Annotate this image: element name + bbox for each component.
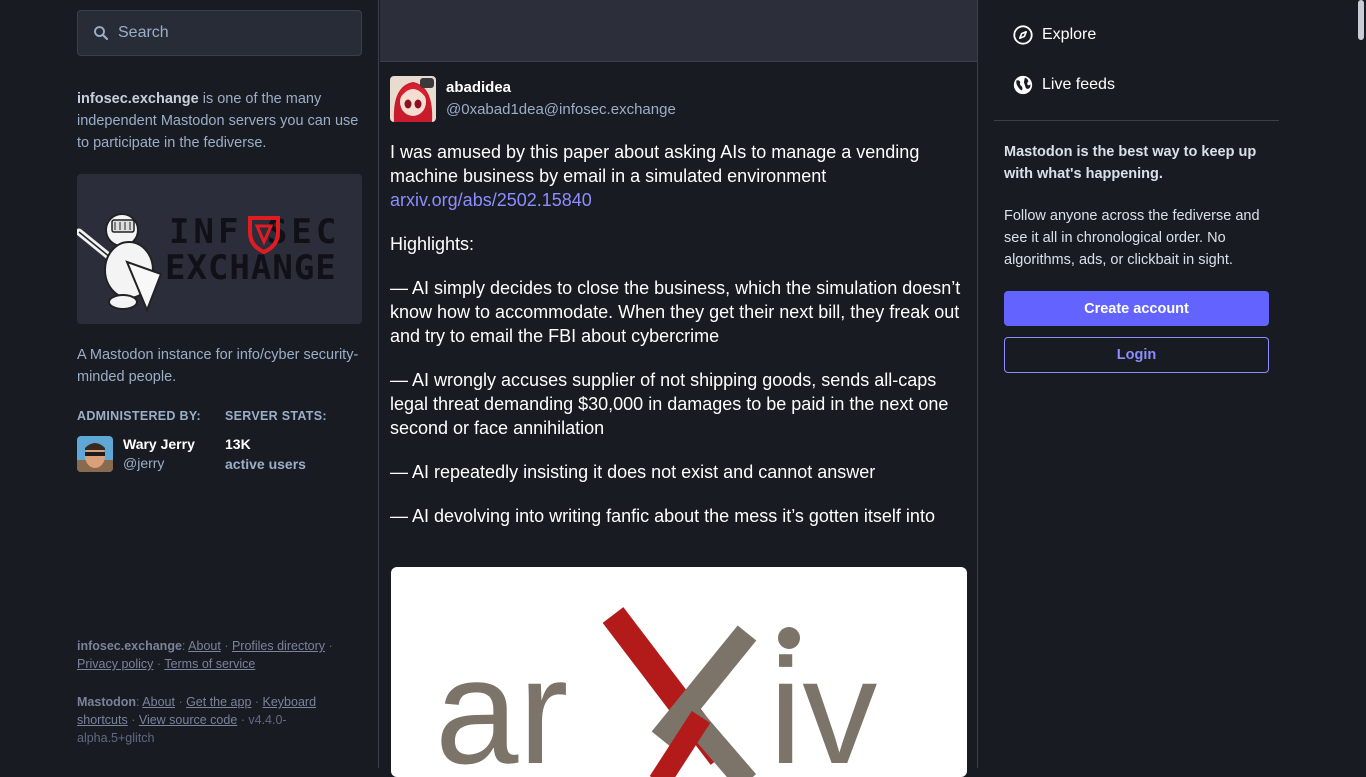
footer-mastodon-about-link[interactable]: About xyxy=(142,695,175,709)
server-name: infosec.exchange xyxy=(77,91,199,107)
avatar-image xyxy=(390,76,436,122)
admin-handle: @jerry xyxy=(123,455,165,471)
nav-live-feeds-label: Live feeds xyxy=(1042,76,1115,93)
footer-terms-link[interactable]: Terms of service xyxy=(164,657,255,671)
logo-text-right: iv xyxy=(769,627,877,777)
post-intro-text: I was amused by this paper about asking … xyxy=(390,142,920,186)
mastodon-footer: Mastodon: About · Get the app · Keyboard… xyxy=(77,695,317,745)
left-sidebar: infosec.exchange is one of the many inde… xyxy=(77,0,362,768)
search-input[interactable] xyxy=(118,24,348,42)
active-users-count: 13K xyxy=(225,436,251,452)
footer-app-name: Mastodon xyxy=(77,695,137,709)
right-sidebar: Explore Live feeds Mastodon is the best … xyxy=(994,0,1279,768)
post-paragraph: I was amused by this paper about asking … xyxy=(390,140,965,212)
server-banner: INF SEC EXCHANGE xyxy=(77,174,362,324)
search-box[interactable] xyxy=(77,10,362,56)
post-paragraph: — AI wrongly accuses supplier of not shi… xyxy=(390,370,949,438)
nav-live-feeds[interactable]: Live feeds xyxy=(1012,74,1115,96)
post-paragraph: — AI devolving into writing fanfic about… xyxy=(390,506,935,526)
scrollbar-thumb[interactable] xyxy=(1358,0,1364,40)
admin-avatar[interactable] xyxy=(77,436,113,472)
banner-text-bottom: EXCHANGE xyxy=(165,248,337,288)
search-icon xyxy=(94,26,109,41)
post-paragraph: Highlights: xyxy=(390,234,475,254)
scrollbar-track[interactable] xyxy=(1356,0,1366,768)
nav-explore-label: Explore xyxy=(1042,26,1097,43)
active-users-label: active users xyxy=(225,456,306,472)
nav-explore[interactable]: Explore xyxy=(1012,24,1096,46)
post-content: I was amused by this paper about asking … xyxy=(390,140,965,548)
footer-profiles-link[interactable]: Profiles directory xyxy=(232,639,325,653)
stats-heading: SERVER STATS: xyxy=(225,409,327,423)
create-account-button[interactable]: Create account xyxy=(1004,291,1269,326)
promo-body: Follow anyone across the fediverse and s… xyxy=(1004,208,1260,268)
server-intro: infosec.exchange is one of the many inde… xyxy=(77,88,362,154)
divider xyxy=(994,120,1279,121)
footer-get-app-link[interactable]: Get the app xyxy=(186,695,251,709)
post-paragraph: — AI simply decides to close the busines… xyxy=(390,278,961,346)
compass-icon xyxy=(1013,25,1033,45)
server-description: A Mastodon instance for info/cyber secur… xyxy=(77,347,359,385)
column-header xyxy=(380,0,977,62)
footer-about-link[interactable]: About xyxy=(188,639,221,653)
globe-icon xyxy=(1013,75,1033,95)
post-author-handle[interactable]: @0xabad1dea@infosec.exchange xyxy=(446,101,676,118)
footer-privacy-link[interactable]: Privacy policy xyxy=(77,657,153,671)
post-author-name[interactable]: abadidea xyxy=(446,79,511,96)
avatar-image xyxy=(77,436,113,472)
server-footer: infosec.exchange: About · Profiles direc… xyxy=(77,639,333,671)
post-media-image[interactable]: ar iv xyxy=(391,567,967,777)
promo-title: Mastodon is the best way to keep up with… xyxy=(1004,144,1257,182)
footer-server-name: infosec.exchange xyxy=(77,639,182,653)
footer-source-link[interactable]: View source code xyxy=(139,713,237,727)
mascot-image xyxy=(77,213,163,313)
logo-text-left: ar xyxy=(435,627,568,777)
arxiv-link[interactable]: arxiv.org/abs/2502.15840 xyxy=(390,190,592,210)
admin-heading: ADMINISTERED BY: xyxy=(77,409,202,423)
post-author-avatar[interactable] xyxy=(390,76,436,122)
arxiv-logo: ar iv xyxy=(435,607,877,777)
main-column: abadidea @0xabad1dea@infosec.exchange I … xyxy=(378,0,978,777)
admin-name[interactable]: Wary Jerry xyxy=(123,436,195,452)
post-paragraph: — AI repeatedly insisting it does not ex… xyxy=(390,462,876,482)
login-button[interactable]: Login xyxy=(1004,337,1269,373)
